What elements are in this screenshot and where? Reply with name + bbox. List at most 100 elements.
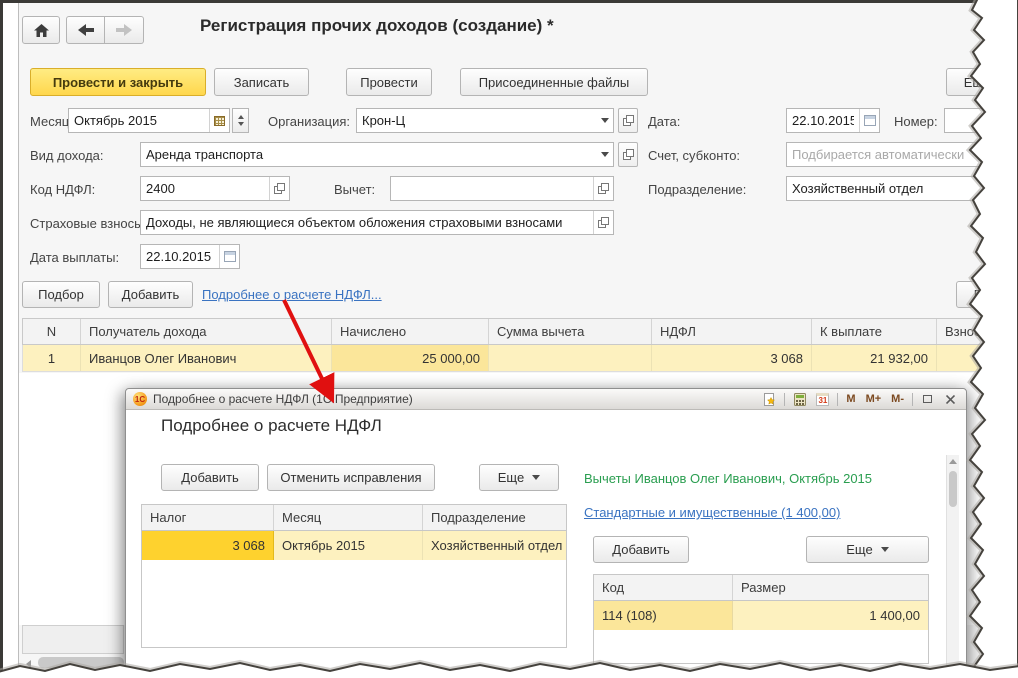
cell-month[interactable]: Октябрь 2015: [274, 531, 423, 560]
income-table-header: N Получатель дохода Начислено Сумма выче…: [22, 318, 1018, 345]
deductions-more-button[interactable]: Еще: [806, 536, 929, 563]
dialog-titlebar: 1С Подробнее о расчете НДФЛ (1С:Предприя…: [126, 389, 966, 410]
table-footer-cell: [22, 625, 80, 654]
month-spinner[interactable]: [232, 108, 249, 133]
cell-deduction[interactable]: [489, 345, 652, 371]
deduction-open-icon[interactable]: [593, 177, 613, 200]
dialog-more-button[interactable]: Еще: [479, 464, 559, 491]
payment-date-input[interactable]: [141, 245, 219, 268]
dialog-vertical-scrollbar[interactable]: [946, 455, 959, 678]
deduction-field: [390, 176, 614, 201]
add-row-button[interactable]: Добавить: [108, 281, 193, 308]
horizontal-scrollbar-thumb[interactable]: [38, 657, 124, 668]
dialog-revert-button[interactable]: Отменить исправления: [267, 464, 435, 491]
home-icon: [33, 23, 49, 37]
cell-code[interactable]: 114 (108): [594, 601, 733, 630]
pick-button[interactable]: Подбор: [22, 281, 100, 308]
history-nav: [66, 16, 144, 44]
1c-logo-icon: 1С: [133, 392, 147, 406]
tax-table: Налог Месяц Подразделение 3 068 Октябрь …: [141, 504, 567, 648]
screenshot-top-border: [0, 0, 1018, 3]
more-button-top[interactable]: Еще: [946, 68, 1008, 96]
maximize-icon: [923, 395, 932, 403]
deductions-add-button[interactable]: Добавить: [593, 536, 689, 563]
department-input[interactable]: [787, 177, 999, 200]
organization-input[interactable]: [357, 109, 596, 132]
cell-accrued[interactable]: 25 000,00: [332, 345, 489, 371]
dialog-title: Подробнее о расчете НДФЛ (1С:Предприятие…: [153, 392, 413, 406]
payment-date-label: Дата выплаты:: [30, 250, 120, 265]
payment-date-calendar-icon[interactable]: [219, 245, 239, 268]
close-button[interactable]: [942, 392, 959, 407]
memory-minus-button[interactable]: M-: [889, 393, 906, 405]
cell-recipient[interactable]: Иванцов Олег Иванович: [81, 345, 332, 371]
open-icon: [622, 149, 634, 160]
screenshot-root: Регистрация прочих доходов (создание) * …: [0, 0, 1018, 678]
cell-department[interactable]: Хозяйственный отдел: [423, 531, 566, 560]
column-header-deduction: Сумма вычета: [489, 319, 652, 344]
income-type-open-button[interactable]: [618, 142, 638, 167]
spinner-down-icon: [237, 122, 244, 126]
date-input[interactable]: [787, 109, 859, 132]
account-input[interactable]: [787, 143, 999, 166]
maximize-button[interactable]: [919, 392, 936, 407]
ndfl-code-label: Код НДФЛ:: [30, 182, 96, 197]
ndfl-code-field: [140, 176, 290, 201]
cell-row-number[interactable]: 1: [23, 345, 81, 371]
cell-contributions[interactable]: [937, 345, 1017, 371]
memory-plus-button[interactable]: M+: [864, 393, 884, 405]
vertical-scrollbar-thumb[interactable]: [949, 471, 957, 507]
number-input[interactable]: [945, 109, 1013, 132]
insurance-open-icon[interactable]: [593, 211, 613, 234]
more-button-table[interactable]: Еще: [956, 281, 1018, 308]
dialog-heading: Подробнее о расчете НДФЛ: [161, 416, 382, 435]
income-type-dropdown-icon[interactable]: [596, 143, 613, 166]
date-calendar-icon[interactable]: [859, 109, 879, 132]
cell-ndfl[interactable]: 3 068: [652, 345, 812, 371]
screenshot-left-border: [0, 0, 3, 678]
titlebar-separator: [784, 392, 786, 406]
column-header-payable: К выплате: [812, 319, 937, 344]
cell-payable[interactable]: 21 932,00: [812, 345, 937, 371]
income-table-row[interactable]: 1 Иванцов Олег Иванович 25 000,00 3 068 …: [22, 345, 1018, 372]
insurance-input[interactable]: [141, 211, 593, 234]
dialog-add-button[interactable]: Добавить: [161, 464, 259, 491]
column-header-accrued: Начислено: [332, 319, 489, 344]
cell-size[interactable]: 1 400,00: [733, 601, 928, 630]
standard-property-deductions-link[interactable]: Стандартные и имущественные (1 400,00): [584, 505, 840, 520]
ndfl-code-open-icon[interactable]: [269, 177, 289, 200]
organization-dropdown-icon[interactable]: [596, 109, 613, 132]
income-type-input[interactable]: [141, 143, 596, 166]
save-button[interactable]: Записать: [214, 68, 309, 96]
calendar-icon[interactable]: 31: [814, 392, 831, 407]
date-field: [786, 108, 880, 133]
deductions-table-row[interactable]: 114 (108) 1 400,00: [594, 601, 928, 630]
home-button[interactable]: [22, 16, 60, 44]
titlebar-separator: [912, 392, 913, 406]
ndfl-code-input[interactable]: [141, 177, 269, 200]
deductions-context-label: Вычеты Иванцов Олег Иванович, Октябрь 20…: [584, 471, 873, 486]
submit-and-close-button[interactable]: Провести и закрыть: [30, 68, 206, 96]
month-input[interactable]: [69, 109, 209, 132]
account-field: [786, 142, 1000, 167]
forward-button[interactable]: [105, 16, 144, 44]
calculator-icon[interactable]: [791, 392, 808, 407]
date-label: Дата:: [648, 114, 681, 129]
deduction-input[interactable]: [391, 177, 593, 200]
dropdown-caret-icon: [880, 547, 889, 552]
column-header-contributions: Взносы: [945, 324, 990, 339]
memory-button[interactable]: M: [844, 393, 857, 405]
hscroll-left-arrow-icon[interactable]: [26, 660, 31, 668]
favorites-icon[interactable]: [761, 392, 778, 407]
month-field: [68, 108, 230, 133]
organization-open-button[interactable]: [618, 108, 638, 133]
attached-files-button[interactable]: Присоединенные файлы: [460, 68, 648, 96]
open-icon: [622, 115, 634, 126]
page-left-margin: [3, 3, 19, 678]
month-picker-icon[interactable]: [209, 109, 229, 132]
ndfl-details-link[interactable]: Подробнее о расчете НДФЛ...: [202, 287, 382, 302]
post-button[interactable]: Провести: [346, 68, 432, 96]
tax-table-row[interactable]: 3 068 Октябрь 2015 Хозяйственный отдел: [142, 531, 566, 560]
back-button[interactable]: [66, 16, 105, 44]
cell-tax[interactable]: 3 068: [142, 531, 274, 560]
